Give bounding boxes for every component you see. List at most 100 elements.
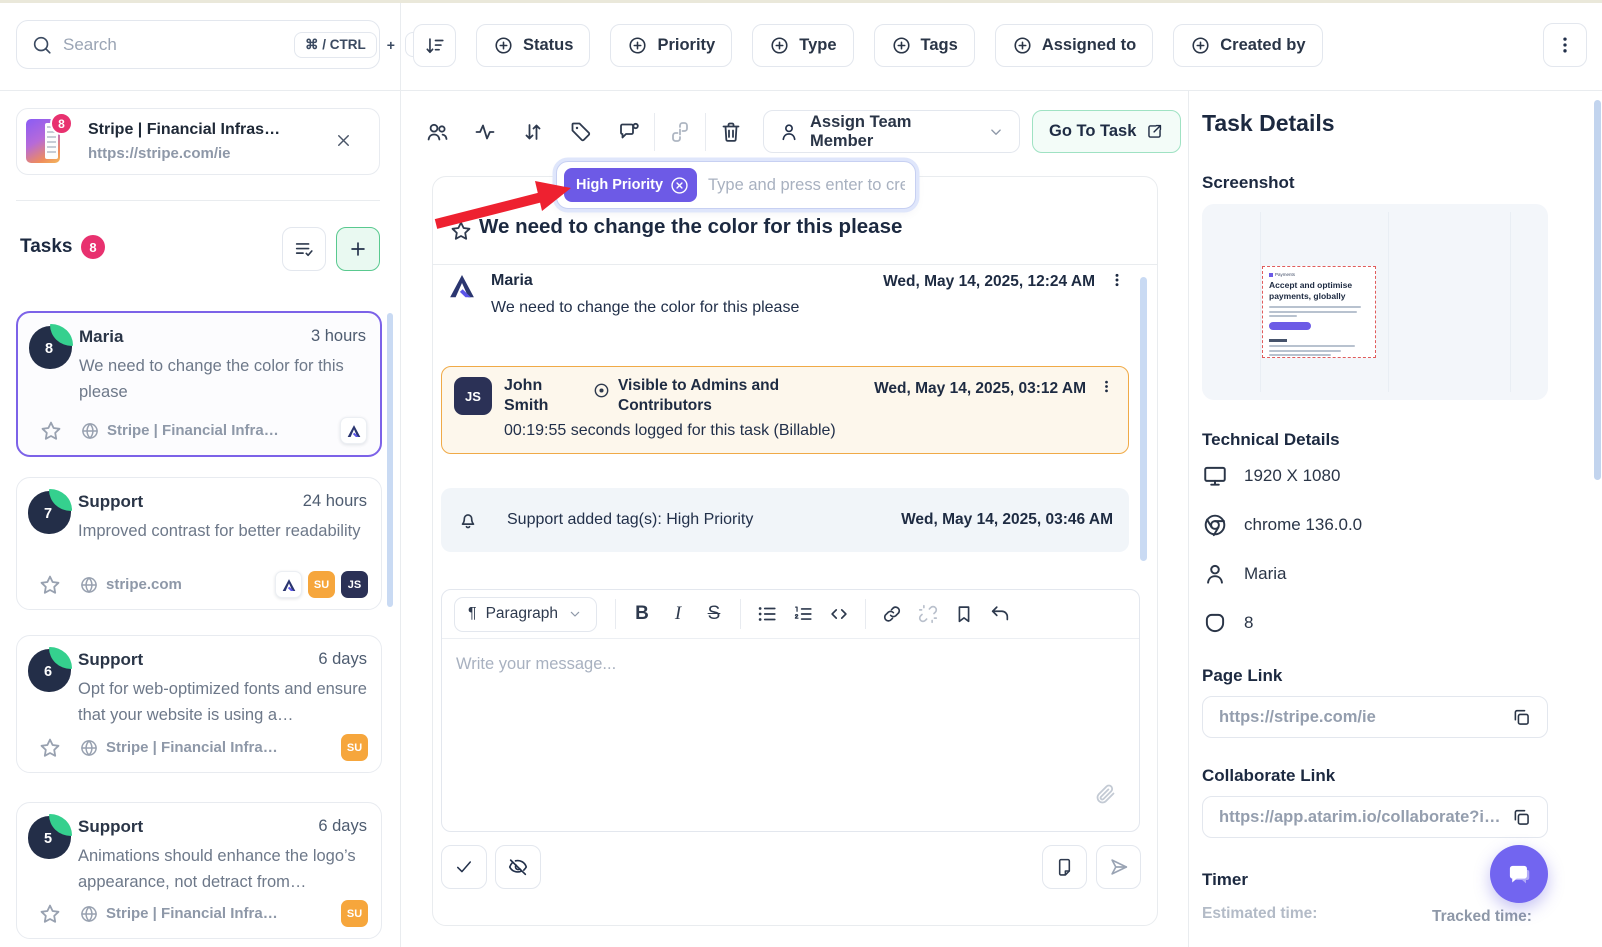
atarim-logo-icon [447,271,477,301]
task-card-5[interactable]: 5 Support 6 days Animations should enhan… [16,802,382,939]
remove-tag-icon[interactable] [669,175,690,196]
title-star-icon[interactable] [449,219,473,243]
task-card-8[interactable]: 8 Maria 3 hours We need to change the co… [16,311,382,457]
ordered-list-button[interactable] [785,597,821,631]
shortcut-key-cmd-ctrl: ⌘ / CTRL [294,32,377,58]
attachment-button[interactable] [1093,782,1117,806]
time-log-text: 00:19:55 seconds logged for this task (B… [504,422,836,440]
favorite-star-icon[interactable] [39,419,63,443]
task-author: Support [78,650,143,670]
filter-status[interactable]: Status [476,24,590,67]
favorite-star-icon[interactable] [38,736,62,760]
eye-off-icon [507,856,529,878]
internal-note-toggle[interactable] [495,845,541,889]
undo-button[interactable] [982,597,1018,631]
atarim-avatar [340,417,367,444]
unlink-button[interactable] [910,597,946,631]
task-author: Support [78,492,143,512]
collaborators-button[interactable] [413,110,461,154]
task-site: Stripe | Financial Infra… [106,739,278,756]
link-tasks-button[interactable] [656,110,704,154]
list-check-icon [293,238,315,260]
filter-created-by[interactable]: Created by [1173,24,1322,67]
favorite-star-icon[interactable] [38,573,62,597]
sidebar-border [400,3,401,947]
favorite-star-icon[interactable] [38,902,62,926]
estimated-time-label: Estimated time: [1202,905,1317,923]
browser-row: chrome 136.0.0 [1202,512,1362,538]
copy-collaborate-link-button[interactable] [1507,803,1535,831]
copy-page-link-button[interactable] [1507,703,1535,731]
bullet-list-button[interactable] [749,597,785,631]
comment-flag-icon [617,120,641,144]
tags-button[interactable] [557,110,605,154]
go-to-task-label: Go To Task [1049,122,1136,141]
filter-priority[interactable]: Priority [610,24,732,67]
right-panel-scrollbar[interactable] [1594,100,1601,480]
task-list-view-button[interactable] [282,227,326,271]
comment-menu-button[interactable] [1109,272,1125,288]
search-input[interactable] [63,35,284,55]
task-age: 24 hours [303,492,367,512]
filter-assigned-to[interactable]: Assigned to [995,24,1153,67]
italic-button[interactable]: I [660,597,696,631]
filter-priority-label: Priority [657,36,715,55]
paragraph-style-select[interactable]: ¶ Paragraph [454,597,597,632]
editor-separator [740,599,741,629]
resolution-value: 1920 X 1080 [1244,466,1340,486]
page-link-input[interactable] [1219,708,1507,727]
chat-widget-button[interactable] [1490,845,1548,903]
site-close-button[interactable] [334,131,353,150]
editor-toolbar: ¶ Paragraph B I S [442,590,1139,639]
time-log-menu-button[interactable] [1099,379,1114,394]
task-site: Stripe | Financial Infra… [106,905,278,922]
screenshot-cta-pill [1269,322,1311,330]
shortcut-plus: + [387,37,395,53]
resolve-button[interactable] [441,845,487,889]
note-button[interactable] [1042,845,1087,889]
thread-scrollbar[interactable] [1140,277,1147,561]
go-to-task-button[interactable]: Go To Task [1032,110,1181,153]
activity-button[interactable] [461,110,509,154]
bold-button[interactable]: B [624,597,660,631]
kebab-icon [1109,272,1125,288]
title-divider [433,264,1157,265]
up-down-arrows-icon [521,120,545,144]
avatar-su: SU [308,571,335,598]
filter-tags[interactable]: Tags [874,24,975,67]
feedback-flag-button[interactable] [605,110,653,154]
filter-type[interactable]: Type [752,24,853,67]
person-icon [1202,561,1228,587]
delete-task-button[interactable] [707,110,755,154]
task-list-scrollbar[interactable] [387,313,393,607]
strikethrough-button[interactable]: S [696,597,732,631]
task-number: 7 [28,491,68,537]
sort-order-button[interactable] [509,110,557,154]
task-card-6[interactable]: 6 Support 6 days Opt for web-optimized f… [16,635,382,773]
message-input[interactable]: Write your message... [442,639,1139,832]
add-task-button[interactable] [336,227,380,271]
code-button[interactable] [821,597,857,631]
task-card-7[interactable]: 7 Support 24 hours Improved contrast for… [16,477,382,610]
send-button[interactable] [1096,845,1141,889]
search-box[interactable]: ⌘ / CTRL + K [16,20,380,69]
comment-avatar [447,271,477,301]
sort-button[interactable] [413,24,456,67]
bookmark-button[interactable] [946,597,982,631]
assign-team-member-select[interactable]: Assign Team Member [763,110,1020,153]
chevron-down-icon [567,606,583,622]
chrome-icon [1202,512,1228,538]
task-status-badge: 6 [28,649,71,692]
task-status-badge: 7 [28,491,71,534]
collaborate-link-input[interactable] [1219,808,1507,827]
sidebar-divider [16,200,380,201]
header-menu-button[interactable] [1543,23,1587,67]
page-link-box[interactable] [1202,696,1548,738]
link-button[interactable] [874,597,910,631]
task-screenshot-thumbnail[interactable]: Payments Accept and optimise payments, g… [1202,204,1548,400]
collaborate-link-box[interactable] [1202,796,1548,838]
filter-tags-label: Tags [921,36,958,55]
tag-input-popover[interactable]: High Priority Type and press enter to cr… [556,161,916,209]
message-editor: ¶ Paragraph B I S [441,589,1140,832]
screenshot-heading-text: Accept and optimise payments, globally [1269,280,1369,302]
